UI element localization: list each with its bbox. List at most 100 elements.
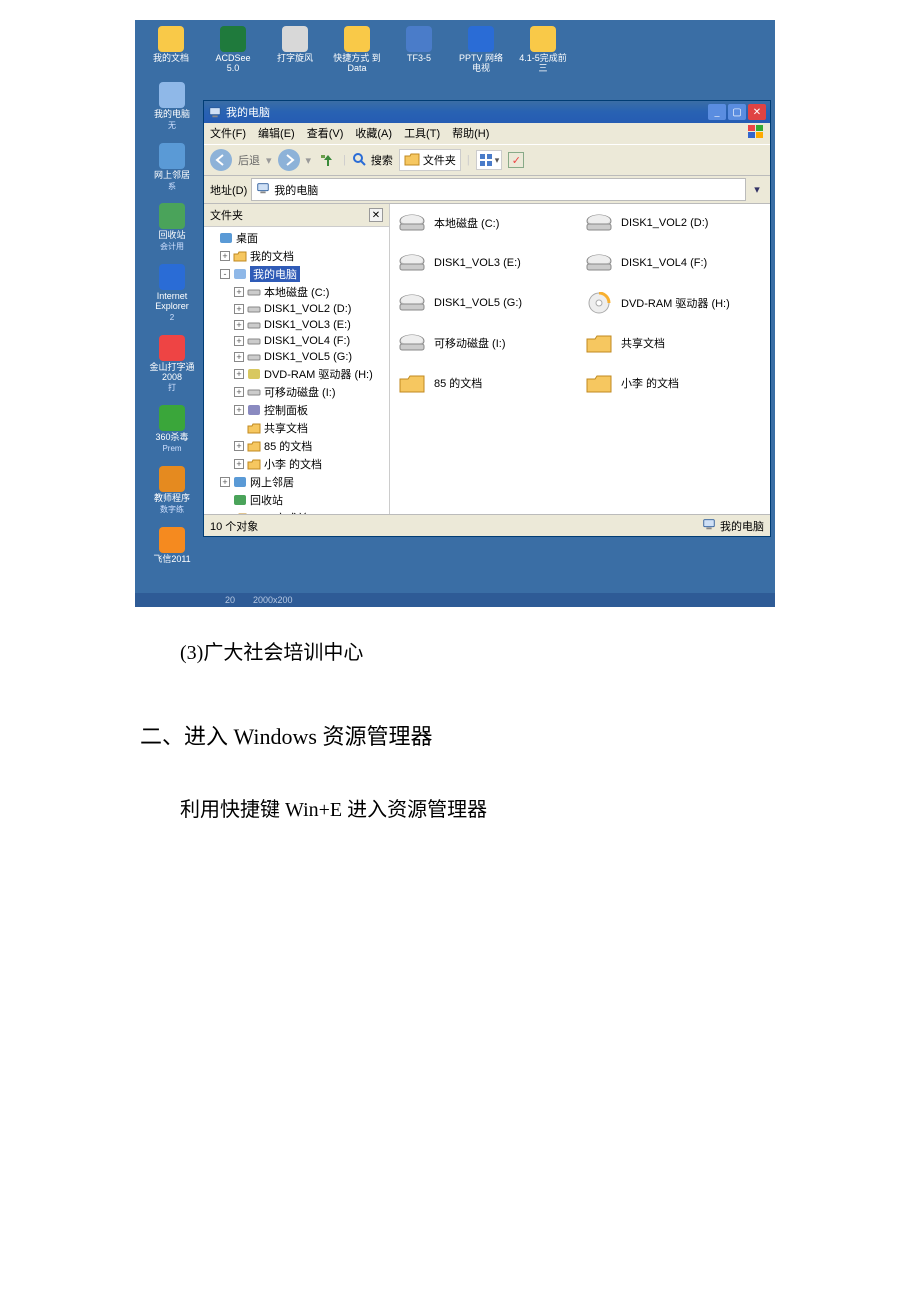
close-button[interactable]: ✕ (748, 104, 766, 120)
tree-label: 桌面 (236, 230, 258, 246)
my-computer-icon (208, 105, 222, 119)
expand-toggle[interactable]: + (234, 387, 244, 397)
sidebar-close-button[interactable]: ✕ (369, 208, 383, 222)
tree-node[interactable]: + 控制面板 (206, 401, 387, 419)
drv-icon (247, 385, 261, 399)
folders-button[interactable]: 文件夹 (399, 149, 461, 171)
desktop-icon[interactable]: ACDSee 5.0 (209, 26, 257, 74)
desktop-icon[interactable]: 飞信2011 (143, 527, 201, 567)
expand-toggle[interactable]: + (220, 477, 230, 487)
tree-label: 控制面板 (264, 402, 308, 418)
item-label: DVD-RAM 驱动器 (H:) (621, 295, 730, 311)
tree-node[interactable]: + DISK1_VOL5 (G:) (206, 349, 387, 365)
drv-icon (247, 334, 261, 348)
tree-node[interactable]: + 可移动磁盘 (I:) (206, 383, 387, 401)
tree-node[interactable]: + 小李 的文档 (206, 455, 387, 473)
item-label: 85 的文档 (434, 375, 482, 391)
menu-item[interactable]: 帮助(H) (452, 125, 489, 142)
desktop-icon[interactable]: Internet Explorer 2 (143, 264, 201, 323)
tree-node[interactable]: 共享文档 (206, 419, 387, 437)
drive-item[interactable]: 本地磁盘 (C:) (398, 212, 575, 234)
icon-label: 360杀毒 (155, 433, 188, 443)
search-button[interactable]: 搜索 (352, 152, 393, 168)
drive-item[interactable]: 85 的文档 (398, 372, 575, 394)
expand-toggle[interactable]: + (234, 459, 244, 469)
tree-node[interactable]: - 我的电脑 (206, 265, 387, 283)
taskbar-fragment-text: 20 (225, 595, 235, 605)
desktop-icon[interactable]: 我的文档 (147, 26, 195, 74)
tree-node[interactable]: + 85 的文档 (206, 437, 387, 455)
search-label: 搜索 (371, 152, 393, 168)
drive-item[interactable]: 小李 的文档 (585, 372, 762, 394)
tree-node[interactable]: + 本地磁盘 (C:) (206, 283, 387, 301)
tree-label: DISK1_VOL4 (F:) (264, 335, 350, 347)
tree-node[interactable]: 4.1-5完成前三 (206, 509, 387, 514)
icon-label: 我的电脑 (154, 110, 190, 120)
item-label: DISK1_VOL5 (G:) (434, 297, 522, 309)
desktop-icon[interactable]: TF3-5 (395, 26, 443, 74)
drive-item[interactable]: DISK1_VOL2 (D:) (585, 212, 762, 234)
desktop-icon[interactable]: 360杀毒 Prem (143, 405, 201, 454)
desktop-icon[interactable]: 我的电脑 无 (143, 82, 201, 131)
expand-toggle[interactable]: + (234, 320, 244, 330)
tree-label: DISK1_VOL3 (E:) (264, 319, 351, 331)
icon-suffix: 打 (168, 384, 176, 393)
expand-toggle[interactable]: - (220, 269, 230, 279)
menu-item[interactable]: 文件(F) (210, 125, 246, 142)
drive-item[interactable]: DISK1_VOL3 (E:) (398, 252, 575, 274)
tree-node[interactable]: + 网上邻居 (206, 473, 387, 491)
expand-toggle[interactable]: + (234, 336, 244, 346)
menu-item[interactable]: 收藏(A) (355, 125, 392, 142)
content-pane[interactable]: 本地磁盘 (C:) DISK1_VOL2 (D:) DISK1_VOL3 (E:… (390, 204, 770, 514)
drive-item[interactable]: DVD-RAM 驱动器 (H:) (585, 292, 762, 314)
tree-node[interactable]: + 我的文档 (206, 247, 387, 265)
expand-toggle[interactable]: + (234, 287, 244, 297)
sync-button[interactable]: ✓ (508, 152, 524, 168)
icon-suffix: 系 (168, 183, 176, 192)
views-button[interactable]: ▾ (476, 150, 503, 170)
desktop-icon[interactable]: 教师程序 数字练 (143, 466, 201, 515)
expand-toggle[interactable]: + (234, 405, 244, 415)
desktop-icon[interactable]: 快捷方式 到 Data (333, 26, 381, 74)
dropdown-icon[interactable]: ▾ (306, 154, 312, 167)
dropdown-icon[interactable]: ▾ (266, 154, 272, 167)
expand-toggle[interactable]: + (234, 369, 244, 379)
icon-label: ACDSee 5.0 (209, 54, 257, 74)
app-icon (159, 203, 185, 229)
menu-item[interactable]: 编辑(E) (258, 125, 295, 142)
tree-label: 小李 的文档 (264, 456, 322, 472)
desktop-icon[interactable]: 网上邻居 系 (143, 143, 201, 192)
expand-toggle[interactable]: + (234, 441, 244, 451)
back-button[interactable] (210, 149, 232, 171)
tree-node[interactable]: + DISK1_VOL3 (E:) (206, 317, 387, 333)
desktop-icon[interactable]: 金山打字通2008 打 (143, 335, 201, 394)
desktop-icon[interactable]: PPTV 网络电视 (457, 26, 505, 74)
drive-item[interactable]: 可移动磁盘 (I:) (398, 332, 575, 354)
tree-node[interactable]: + DVD-RAM 驱动器 (H:) (206, 365, 387, 383)
drv-icon (398, 292, 426, 314)
minimize-button[interactable]: _ (708, 104, 726, 120)
desktop-icon[interactable]: 打字旋风 (271, 26, 319, 74)
desktop-icon[interactable]: 4.1-5完成前三 (519, 26, 567, 74)
drv-icon (585, 212, 613, 234)
desktop-icon[interactable]: 回收站 会计用 (143, 203, 201, 252)
forward-button[interactable] (278, 149, 300, 171)
drive-item[interactable]: DISK1_VOL4 (F:) (585, 252, 762, 274)
maximize-button[interactable]: ▢ (728, 104, 746, 120)
tree-node[interactable]: + DISK1_VOL4 (F:) (206, 333, 387, 349)
tree-node[interactable]: 桌面 (206, 229, 387, 247)
menu-item[interactable]: 查看(V) (307, 125, 344, 142)
expand-toggle[interactable]: + (234, 304, 244, 314)
tree-node[interactable]: 回收站 (206, 491, 387, 509)
tree-node[interactable]: + DISK1_VOL2 (D:) (206, 301, 387, 317)
expand-toggle[interactable]: + (220, 251, 230, 261)
titlebar[interactable]: 我的电脑 _ ▢ ✕ (204, 101, 770, 123)
up-button[interactable] (317, 150, 337, 170)
expand-toggle[interactable]: + (234, 352, 244, 362)
icon-suffix: 会计用 (160, 243, 184, 252)
menu-item[interactable]: 工具(T) (404, 125, 440, 142)
drive-item[interactable]: DISK1_VOL5 (G:) (398, 292, 575, 314)
address-dropdown[interactable]: ▾ (750, 183, 764, 197)
drive-item[interactable]: 共享文档 (585, 332, 762, 354)
address-field[interactable]: 我的电脑 (251, 178, 746, 201)
